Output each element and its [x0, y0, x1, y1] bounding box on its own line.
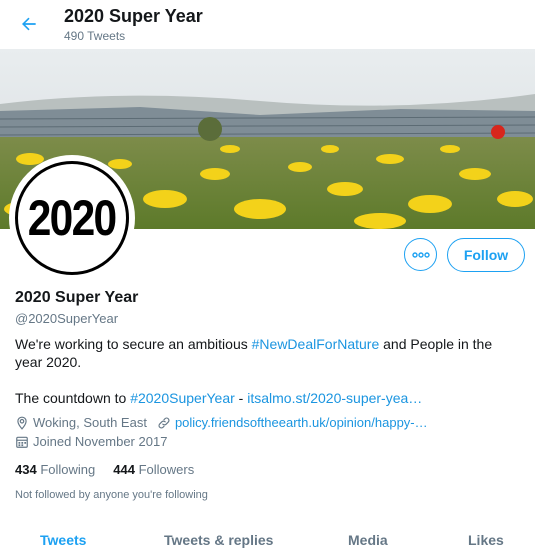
bio-text: The countdown to: [15, 390, 131, 406]
followers-label: Followers: [138, 462, 195, 477]
following-label: Following: [40, 462, 96, 477]
profile-location: Woking, South East: [33, 415, 147, 430]
following-count: 434: [15, 462, 37, 477]
hashtag-link[interactable]: #NewDealForNature: [252, 336, 380, 352]
following-stat[interactable]: 434 Following: [15, 462, 95, 477]
tab-tweets[interactable]: Tweets: [40, 532, 86, 548]
bio-line-1: We're working to secure an ambitious #Ne…: [15, 335, 520, 371]
tweet-count: 490 Tweets: [64, 29, 126, 43]
tab-likes[interactable]: Likes: [468, 532, 504, 548]
follow-button[interactable]: Follow: [447, 238, 525, 272]
tab-media[interactable]: Media: [348, 532, 388, 548]
profile-website-link[interactable]: policy.friendsoftheearth.uk/opinion/happ…: [175, 415, 428, 430]
followers-stat[interactable]: 444 Followers: [113, 462, 194, 477]
profile-tabs: Tweets Tweets & replies Media Likes: [0, 528, 535, 560]
avatar-logo: 2020: [15, 161, 129, 275]
profile-joined-date: Joined November 2017: [33, 434, 168, 449]
profile-joined-row: Joined November 2017: [15, 434, 167, 449]
profile-name: 2020 Super Year: [15, 289, 139, 306]
bio-text: We're working to secure an ambitious: [15, 336, 252, 352]
profile-handle: @2020SuperYear: [15, 311, 119, 326]
top-bar: 2020 Super Year 490 Tweets: [0, 0, 535, 49]
profile-bio: We're working to secure an ambitious #Ne…: [15, 335, 520, 407]
arrow-left-icon[interactable]: [15, 10, 43, 38]
bio-text: -: [234, 390, 248, 406]
tab-tweets-and-replies[interactable]: Tweets & replies: [164, 532, 273, 548]
calendar-icon: [15, 435, 29, 449]
link-icon: [157, 416, 171, 430]
follow-stats: 434 Following 444 Followers: [15, 462, 212, 477]
more-dots-icon: [411, 251, 430, 258]
more-options-button[interactable]: [404, 238, 437, 271]
location-icon: [15, 416, 29, 430]
bio-line-2: The countdown to #2020SuperYear - itsalm…: [15, 389, 520, 407]
followers-count: 444: [113, 462, 135, 477]
countdown-link[interactable]: itsalmo.st/2020-super-yea…: [247, 390, 422, 406]
avatar[interactable]: 2020: [9, 155, 135, 281]
profile-meta-row: Woking, South East policy.friendsoftheea…: [15, 415, 428, 430]
avatar-text: 2020: [28, 190, 117, 246]
page-title: 2020 Super Year: [64, 6, 203, 26]
followers-you-know: Not followed by anyone you're following: [15, 489, 208, 501]
hashtag-link[interactable]: #2020SuperYear: [130, 390, 235, 406]
